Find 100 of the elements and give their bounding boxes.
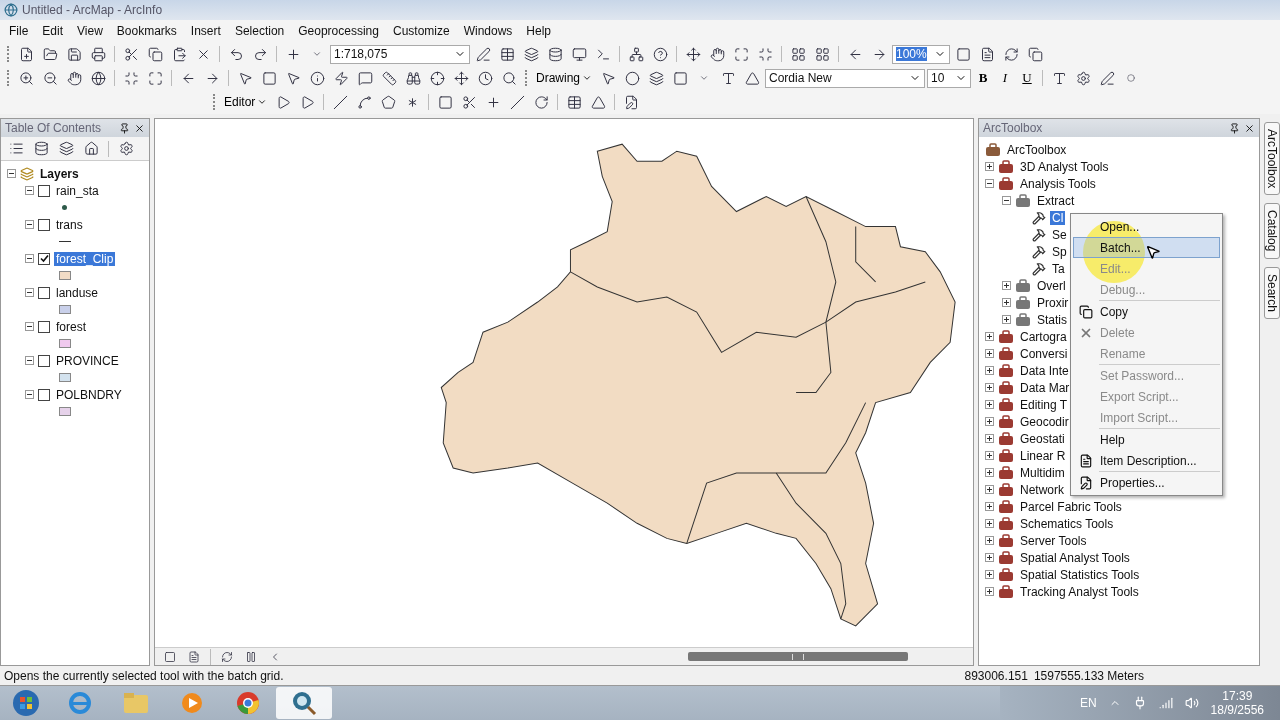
expander-icon[interactable] [1002,298,1011,307]
layer-name[interactable]: landuse [54,285,101,300]
tree-item[interactable]: Data Inte [1018,363,1071,378]
pin-icon[interactable] [119,122,130,134]
tree-item[interactable]: Server Tools [1018,533,1089,548]
tree-item[interactable]: Linear R [1018,448,1068,463]
expander-icon[interactable] [985,587,994,596]
taskbar-app[interactable] [276,687,332,719]
expander-icon[interactable] [985,417,994,426]
layer-name[interactable]: PROVINCE [54,353,121,368]
tree-item[interactable]: Statis [1035,312,1069,327]
expander-icon[interactable] [985,434,994,443]
tree-item[interactable]: ArcToolbox [1005,142,1069,157]
expander-icon[interactable] [985,366,994,375]
tree-item[interactable]: Data Mar [1018,380,1072,395]
expander-icon[interactable] [25,356,34,365]
italic-button[interactable]: I [995,68,1015,88]
drawing-dropdown[interactable]: Drawing [533,68,595,88]
tree-item[interactable]: Proxir [1035,295,1071,310]
tree-item[interactable]: Editing T [1018,397,1070,412]
layer-checkbox[interactable] [38,320,50,333]
menu-item[interactable]: Bookmarks [111,24,186,38]
layer-name[interactable]: POLBNDRY [54,387,124,402]
expander-icon[interactable] [985,468,994,477]
tree-item[interactable]: Parcel Fabric Tools [1018,499,1124,514]
tree-item[interactable]: Spatial Analyst Tools [1018,550,1132,565]
layer-name[interactable]: forest_Clip [54,251,116,266]
layer-checkbox[interactable] [38,388,50,401]
expander-icon[interactable] [985,349,994,358]
tree-item[interactable]: Geocodir [1018,414,1071,429]
font-size-field[interactable]: 10 [927,68,971,88]
layer-checkbox[interactable] [38,252,50,265]
layer-checkbox[interactable] [38,354,50,367]
layer-name[interactable]: forest [54,319,88,334]
tree-item[interactable]: Se [1050,227,1069,242]
tree-item[interactable]: Ta [1050,261,1067,276]
expander-icon[interactable] [985,179,994,188]
expander-icon[interactable] [7,169,16,178]
bold-button[interactable]: B [973,68,993,88]
expander-icon[interactable] [25,254,34,263]
editor-dropdown[interactable]: Editor [221,92,271,112]
underline-button[interactable]: U [1017,68,1037,88]
tree-item[interactable]: Network [1018,482,1066,497]
menu-item[interactable]: Edit [37,24,73,38]
side-tab[interactable]: Catalog [1264,203,1280,259]
expander-icon[interactable] [1002,281,1011,290]
layer-name[interactable]: rain_sta [54,183,101,198]
menu-option[interactable]: Help [1073,429,1220,450]
close-icon[interactable] [134,122,145,134]
expander-icon[interactable] [985,400,994,409]
expander-icon[interactable] [985,383,994,392]
menu-item[interactable]: Insert [185,24,230,38]
tree-item[interactable]: Conversi [1018,346,1070,361]
menu-item[interactable]: Geoprocessing [293,24,388,38]
expander-icon[interactable] [985,519,994,528]
menu-item[interactable]: Selection [229,24,294,38]
scrollbar[interactable] [688,652,908,661]
tree-item[interactable]: Schematics Tools [1018,516,1116,531]
menu-item[interactable]: Windows [458,24,522,38]
expander-icon[interactable] [25,390,34,399]
expander-icon[interactable] [985,553,994,562]
tree-item[interactable]: Analysis Tools [1018,176,1098,191]
expander-icon[interactable] [985,502,994,511]
tree-item[interactable]: Multidim [1018,465,1067,480]
layer-name[interactable]: trans [54,217,85,232]
expander-icon[interactable] [1002,196,1011,205]
zoom-field[interactable]: 100% [892,44,950,64]
scale-field[interactable]: 1:718,075 [330,44,470,64]
data-frame-label[interactable]: Layers [38,166,81,181]
expander-icon[interactable] [985,451,994,460]
tree-item[interactable]: Geostati [1018,431,1067,446]
expander-icon[interactable] [985,162,994,171]
menu-option[interactable]: Item Description... [1073,450,1220,471]
menu-item[interactable]: Customize [387,24,459,38]
menu-option[interactable]: Batch... [1073,237,1220,258]
expander-icon[interactable] [25,322,34,331]
expander-icon[interactable] [25,288,34,297]
expander-icon[interactable] [985,570,994,579]
layer-checkbox[interactable] [38,218,50,231]
expander-icon[interactable] [1002,315,1011,324]
expander-icon[interactable] [985,536,994,545]
tree-item[interactable]: 3D Analyst Tools [1018,159,1111,174]
layer-checkbox[interactable] [38,286,50,299]
tree-item[interactable]: Spatial Statistics Tools [1018,567,1142,582]
menu-item[interactable]: Help [521,24,561,38]
tree-item[interactable]: Tracking Analyst Tools [1018,584,1141,599]
expander-icon[interactable] [25,186,34,195]
volume-icon[interactable] [1184,696,1199,710]
close-icon[interactable] [1244,122,1255,134]
menu-item[interactable]: File [4,24,38,38]
menu-option[interactable]: Properties... [1073,472,1220,493]
menu-option[interactable]: Copy [1073,301,1220,322]
tree-item[interactable]: Cartogra [1018,329,1069,344]
font-field[interactable]: Cordia New [765,68,925,88]
tree-item[interactable]: Cl [1050,210,1066,225]
menu-item[interactable]: View [72,24,112,38]
pin-icon[interactable] [1229,122,1240,134]
side-tab[interactable]: ArcToolbox [1264,122,1280,196]
layer-checkbox[interactable] [38,184,50,197]
tree-item[interactable]: Overl [1035,278,1068,293]
